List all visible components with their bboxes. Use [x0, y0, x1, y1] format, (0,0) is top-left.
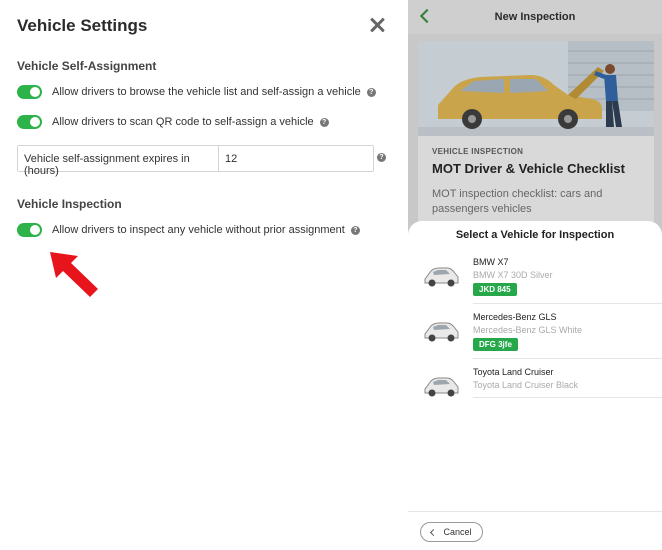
vehicle-name: Toyota Land Cruiser	[473, 367, 554, 377]
expiry-label: Vehicle self-assignment expires in (hour…	[18, 146, 219, 177]
browse-toggle[interactable]	[17, 85, 42, 99]
vehicle-model: Toyota Land Cruiser Black	[473, 380, 579, 390]
inspect-toggle[interactable]	[17, 223, 42, 237]
car-icon	[424, 377, 459, 397]
phone-header-title: New Inspection	[494, 11, 576, 23]
phone-header: New Inspection	[408, 0, 662, 34]
card-category: VEHICLE INSPECTION	[432, 147, 524, 156]
chevron-left-icon	[430, 528, 438, 536]
divider	[473, 358, 662, 359]
vehicle-model: Mercedes-Benz GLS White	[473, 325, 583, 335]
checklist-card[interactable]: VEHICLE INSPECTION MOT Driver & Vehicle …	[418, 41, 654, 241]
help-icon[interactable]: ?	[366, 87, 376, 97]
cancel-button[interactable]: Cancel	[420, 522, 483, 542]
browse-label: Allow drivers to browse the vehicle list…	[52, 86, 361, 98]
expiry-field: Vehicle self-assignment expires in (hour…	[17, 145, 374, 177]
sheet-footer: Cancel	[408, 511, 662, 550]
help-icon[interactable]: ?	[350, 225, 360, 235]
vehicle-settings-panel: Vehicle Settings Vehicle Self-Assignment…	[0, 0, 400, 550]
cancel-label: Cancel	[443, 527, 472, 537]
sheet-title: Select a Vehicle for Inspection	[455, 229, 615, 241]
car-icon	[424, 267, 459, 287]
red-arrow-annotation	[50, 252, 98, 297]
divider	[473, 303, 662, 304]
qr-setting-row: Allow drivers to scan QR code to self-as…	[17, 115, 329, 129]
qr-toggle[interactable]	[17, 115, 42, 129]
vehicle-model: BMW X7 30D Silver	[473, 270, 553, 280]
plate-badge: DFG 3jfe	[473, 338, 518, 351]
help-icon[interactable]: ?	[377, 153, 386, 162]
vehicle-item-mercedes[interactable]: Mercedes-Benz GLS Mercedes-Benz GLS Whit…	[408, 306, 662, 360]
inspect-setting-row: Allow drivers to inspect any vehicle wit…	[17, 223, 360, 237]
vehicle-item-bmw[interactable]: BMW X7 BMW X7 30D Silver JKD 845	[408, 251, 662, 305]
inspect-label: Allow drivers to inspect any vehicle wit…	[52, 224, 345, 236]
close-icon[interactable]	[368, 16, 386, 34]
qr-label: Allow drivers to scan QR code to self-as…	[52, 116, 314, 128]
car-icon	[424, 322, 459, 342]
plate-badge: JKD 845	[473, 283, 517, 296]
divider	[473, 397, 662, 398]
inspection-heading: Vehicle Inspection	[17, 197, 122, 211]
help-icon[interactable]: ?	[319, 117, 329, 127]
hero-illustration	[418, 41, 654, 136]
vehicle-item-toyota[interactable]: Toyota Land Cruiser Toyota Land Cruiser …	[408, 361, 662, 415]
card-description: MOT inspection checklist: cars and passe…	[432, 188, 603, 215]
mobile-preview: New Inspection VEHICLE INSPECTION MOT Dr…	[408, 0, 662, 550]
self-assignment-heading: Vehicle Self-Assignment	[17, 59, 157, 73]
panel-title: Vehicle Settings	[17, 16, 148, 35]
expiry-hours-input[interactable]	[219, 146, 373, 171]
vehicle-select-sheet: Select a Vehicle for Inspection BMW X7 B…	[408, 221, 662, 550]
card-title: MOT Driver & Vehicle Checklist	[432, 161, 625, 176]
browse-setting-row: Allow drivers to browse the vehicle list…	[17, 85, 376, 99]
vehicle-name: BMW X7	[473, 257, 509, 267]
vehicle-name: Mercedes-Benz GLS	[473, 312, 557, 322]
